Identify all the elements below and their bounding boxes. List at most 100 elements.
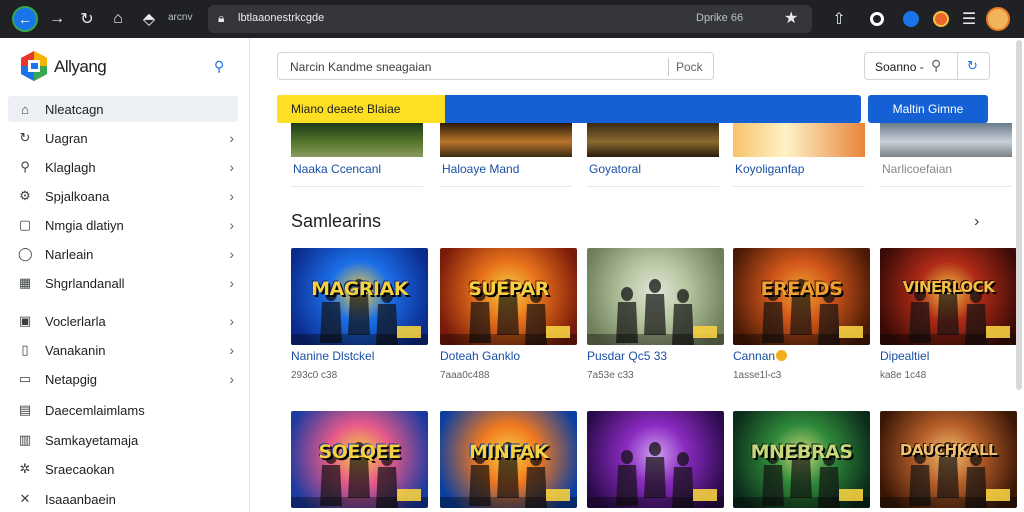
game-title[interactable]: Haloaye Mand — [442, 162, 519, 176]
cover-logo: MNEBRAS — [750, 441, 853, 463]
frame-icon: ▭ — [18, 371, 32, 386]
game-title[interactable]: Goyatoral — [589, 162, 641, 176]
tab-icon: ▥ — [18, 432, 32, 447]
sidebar-item[interactable]: ▥ Samkayetamaja — [8, 427, 238, 453]
reload-icon[interactable]: ↻ — [74, 6, 100, 32]
game-meta: 1asse1l-c3 — [733, 370, 782, 381]
refresh-icon: ↻ — [19, 130, 31, 145]
game-cover[interactable]: MNEBRAS — [733, 411, 870, 508]
sidebar-item-label: Klaglagh — [45, 159, 96, 175]
game-title[interactable]: Cannan — [733, 349, 775, 363]
section-title: Samlearins — [291, 211, 382, 231]
game-thumbnail[interactable] — [733, 123, 865, 157]
cover-logo: MINFAK — [468, 441, 549, 463]
sidebar-item-label: Vanakanin — [45, 342, 106, 358]
browser-toolbar: ← → ↻ ⌂ ⬘ arcnv 🔒︎ lbtlaaonestrkcgde Dpr… — [0, 0, 1024, 38]
cover-art — [880, 442, 1017, 508]
omnibox-status: Dprike 66 — [696, 12, 744, 24]
avatar[interactable] — [986, 7, 1010, 31]
sidebar-item-label: Samkayetamaja — [45, 432, 139, 448]
tab-name[interactable]: arcnv — [168, 12, 192, 23]
game-meta: 7a53e c33 — [587, 370, 634, 381]
sort-select[interactable]: Soanno - ⚲ ↻ — [864, 52, 990, 80]
grid-icon: ▦ — [18, 275, 32, 290]
search-input[interactable]: Narcin Kandme sneagaian Pock — [277, 52, 714, 80]
search-icon[interactable]: ⚲ — [214, 58, 224, 75]
sidebar-item[interactable]: ▣ Voclerlarla › — [8, 308, 238, 334]
address-bar[interactable]: 🔒︎ lbtlaaonestrkcgde Dprike 66 ★ — [208, 5, 812, 33]
scrollbar[interactable] — [1016, 40, 1022, 390]
square-icon: ▢ — [18, 217, 32, 232]
brand-name: Allyang — [54, 57, 107, 76]
game-title[interactable]: Doteah Ganklo — [440, 349, 520, 363]
chevron-right-icon: › — [229, 275, 234, 291]
game-cover[interactable]: MINFAK — [440, 411, 577, 508]
chevron-right-icon: › — [229, 313, 234, 329]
game-title[interactable]: Dipealtiel — [880, 349, 929, 363]
sidebar-item[interactable]: ⌂ Nleatcagn — [8, 96, 238, 122]
cover-logo: SUEPAR — [468, 278, 549, 300]
game-meta: 7aaa0c488 — [440, 370, 490, 381]
chevron-right-icon: › — [229, 371, 234, 387]
game-title[interactable]: Naaka Ccencanl — [293, 162, 381, 176]
forward-icon[interactable]: → — [44, 6, 70, 32]
search-icon: ⚲ — [20, 159, 30, 174]
game-cover[interactable] — [587, 248, 724, 345]
game-title[interactable]: Pusdar Qc5 33 — [587, 349, 667, 363]
sidebar-item[interactable]: ✕ Isaaanbaein — [8, 486, 238, 512]
sidebar-item-label: Uagran — [45, 130, 88, 146]
game-cover[interactable] — [587, 411, 724, 508]
sidebar-item[interactable]: ⚲ Klaglagh › — [8, 154, 238, 180]
sidebar-item[interactable]: ◯ Narleain › — [8, 241, 238, 267]
sidebar-item[interactable]: ↻ Uagran › — [8, 125, 238, 151]
game-meta: ka8e 1c48 — [880, 370, 927, 381]
cover-logo: DAUCHKALL — [899, 441, 998, 459]
sidebar-item[interactable]: ⚙ Spjalkoana › — [8, 183, 238, 209]
banner-text: Miano deaete Blaiae — [291, 102, 401, 116]
back-icon[interactable]: ← — [12, 6, 38, 32]
game-thumbnail[interactable] — [587, 123, 719, 157]
game-title[interactable]: Koyoliganfap — [735, 162, 804, 176]
game-thumbnail[interactable] — [440, 123, 572, 157]
game-cover[interactable]: MAGRIAK — [291, 248, 428, 345]
game-cover[interactable]: VINERLOCK — [880, 248, 1017, 345]
sidebar-item[interactable]: ▯ Vanakanin › — [8, 337, 238, 363]
extension-icon[interactable]: ⬘ — [136, 6, 162, 32]
sidebar-item-label: Daecemlaimlams — [45, 402, 145, 418]
sidebar: Allyang ⚲ ⌂ Nleatcagn ↻ Uagran › ⚲ Klaglagh › ⚙ S… — [8, 38, 250, 512]
cover-art — [587, 279, 724, 345]
game-thumbnail[interactable] — [880, 123, 1012, 157]
menu-icon[interactable]: ☰ — [956, 6, 982, 32]
game-title[interactable]: Narlicoefaian — [882, 162, 952, 176]
sidebar-item-label: Nmgia dlatiyn — [45, 217, 124, 233]
profile-dot-icon[interactable] — [864, 6, 890, 32]
sidebar-item[interactable]: ▤ Daecemlaimlams — [8, 397, 238, 423]
sidebar-item-label: Spjalkoana — [45, 188, 110, 204]
magnifier-icon[interactable]: ⚲ — [931, 57, 941, 74]
game-title[interactable]: Nanine Dlstckel — [291, 349, 374, 363]
promo-banner[interactable]: Miano deaete Blaiae — [277, 95, 861, 123]
refresh-icon[interactable]: ↻ — [967, 58, 978, 74]
share-icon[interactable]: ⇧ — [826, 6, 852, 32]
sidebar-item[interactable]: ▢ Nmgia dlatiyn › — [8, 212, 238, 238]
game-thumbnail[interactable] — [291, 123, 423, 157]
banner-button[interactable]: Maltin Gimne — [868, 95, 988, 123]
game-cover[interactable]: SUEPAR — [440, 248, 577, 345]
game-cover[interactable]: EREADS — [733, 248, 870, 345]
blue-extension-icon[interactable] — [898, 6, 924, 32]
chevron-right-icon[interactable]: › — [974, 213, 979, 231]
search-button[interactable]: Pock — [676, 60, 703, 74]
search-placeholder: Narcin Kandme sneagaian — [290, 60, 432, 74]
home-icon[interactable]: ⌂ — [105, 6, 131, 32]
orange-extension-icon[interactable] — [928, 6, 954, 32]
game-cover[interactable]: SOEQEE — [291, 411, 428, 508]
sidebar-item[interactable]: ▭ Netapgig › — [8, 366, 238, 392]
star-icon[interactable]: ★ — [784, 8, 798, 28]
game-cover[interactable]: DAUCHKALL — [880, 411, 1017, 508]
sidebar-item[interactable]: ▦ Shgrlandanall › — [8, 270, 238, 296]
box-icon: ▣ — [18, 313, 32, 328]
cover-logo: MAGRIAK — [311, 278, 408, 300]
chevron-right-icon: › — [229, 342, 234, 358]
sidebar-item[interactable]: ✲ Sraecaokan — [8, 456, 238, 482]
circle-icon: ◯ — [18, 246, 33, 261]
